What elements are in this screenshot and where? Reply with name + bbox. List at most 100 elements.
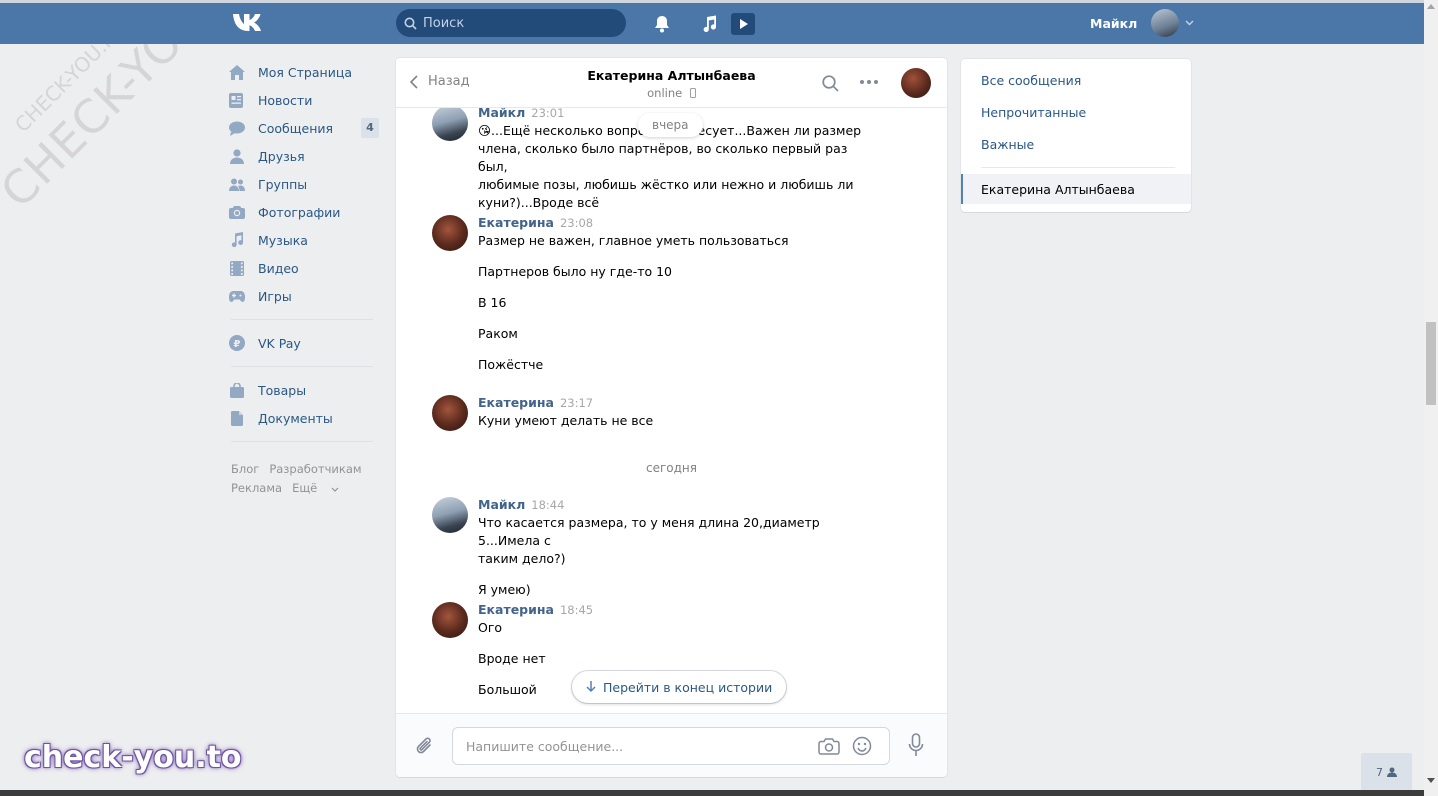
message-text: куни?)...Вроде всё — [478, 195, 600, 210]
vk-logo-icon[interactable] — [231, 11, 265, 33]
online-friends-button[interactable]: 7 — [1361, 753, 1412, 791]
date-separator: сегодня — [646, 461, 697, 475]
chevron-down-icon — [1185, 20, 1194, 26]
message-text: Раком — [478, 326, 518, 341]
arrow-down-icon[interactable] — [1427, 778, 1435, 783]
bell-icon[interactable] — [654, 13, 670, 35]
search-input[interactable]: Поиск — [396, 9, 626, 37]
avatar[interactable] — [901, 68, 931, 98]
document-icon — [229, 410, 245, 426]
author-name: Екатерина — [478, 395, 554, 410]
chat-status: online — [396, 86, 947, 100]
more-options-icon[interactable] — [860, 80, 878, 84]
nav-item-friends[interactable]: Друзья — [229, 142, 381, 170]
message-time: 18:45 — [559, 603, 594, 617]
scroll-to-end-button[interactable]: Перейти в конец истории — [572, 671, 787, 703]
scroll-thumb[interactable] — [1426, 322, 1436, 405]
search-placeholder: Поиск — [423, 15, 465, 31]
mobile-phone-icon — [689, 88, 696, 98]
scroll-to-end-label: Перейти в конец истории — [603, 679, 773, 695]
nav-item-goods[interactable]: Товары — [229, 376, 381, 404]
top-bar: Поиск Майкл — [0, 0, 1424, 44]
message-text: Ого — [478, 620, 503, 635]
avatar — [1151, 9, 1180, 37]
nav-item-my-page[interactable]: Моя Страница — [229, 58, 381, 86]
nav-item-news[interactable]: Новости — [229, 86, 381, 114]
message-text: Партнеров было ну где-то 10 — [478, 264, 673, 279]
nav-item-photos[interactable]: Фотографии — [229, 198, 381, 226]
left-nav: Моя Страница Новости Сообщения 4 Друзья … — [229, 58, 381, 498]
message-text: Я умею) — [478, 582, 531, 597]
person-icon — [1387, 767, 1397, 777]
nav-item-label: Товары — [258, 382, 307, 398]
footer-link-blog[interactable]: Блог — [231, 462, 259, 476]
nav-item-games[interactable]: Игры — [229, 282, 381, 310]
user-menu[interactable]: Майкл — [1090, 8, 1194, 38]
message-author[interactable]: Екатерина 18:45 — [478, 602, 593, 617]
avatar[interactable] — [432, 108, 468, 141]
nav-item-label: VK Pay — [258, 335, 301, 351]
filter-unread[interactable]: Непрочитанные — [981, 105, 1086, 120]
page-scrollbar[interactable] — [1424, 0, 1438, 796]
message-time: 23:08 — [559, 216, 594, 230]
music-note-icon — [229, 232, 245, 248]
search-icon — [404, 17, 417, 30]
brand-watermark: check-you.to — [24, 740, 242, 775]
chat-header: Назад Екатерина Алтынбаева online — [396, 58, 947, 108]
message-time: 23:17 — [559, 396, 594, 410]
message-author[interactable]: Екатерина 23:08 — [478, 215, 593, 230]
footer-link-ads[interactable]: Реклама — [231, 481, 282, 495]
author-name: Майкл — [478, 108, 526, 120]
microphone-icon[interactable] — [908, 733, 924, 757]
message-text: Пожёстче — [478, 357, 544, 372]
message-author[interactable]: Екатерина 23:17 — [478, 395, 593, 410]
avatar[interactable] — [432, 497, 468, 533]
online-friends-count: 7 — [1376, 765, 1383, 779]
nav-item-groups[interactable]: Группы — [229, 170, 381, 198]
user-name: Майкл — [1090, 15, 1138, 31]
paperclip-icon[interactable] — [416, 736, 434, 756]
avatar[interactable] — [432, 602, 468, 638]
message-text: В 16 — [478, 295, 507, 310]
message-text-part: есует...Важен ли размер — [697, 123, 862, 138]
message-author[interactable]: Майкл 18:44 — [478, 497, 564, 512]
nav-item-documents[interactable]: Документы — [229, 404, 381, 432]
message-text: Что касается размера, то у меня длина 20… — [478, 515, 820, 548]
message-text: Вроде нет — [478, 651, 546, 666]
message-author[interactable]: Майкл 23:01 — [478, 108, 564, 120]
music-note-icon[interactable] — [701, 13, 717, 35]
search-icon[interactable] — [822, 75, 839, 92]
message-text: Куни умеют делать не все — [478, 413, 654, 428]
nav-item-messages[interactable]: Сообщения 4 — [229, 114, 381, 142]
nav-item-video[interactable]: Видео — [229, 254, 381, 282]
nav-item-label: Моя Страница — [258, 64, 352, 80]
nav-item-label: Сообщения — [258, 120, 334, 136]
footer-link-dev[interactable]: Разработчикам — [269, 462, 361, 476]
filter-all-messages[interactable]: Все сообщения — [981, 73, 1081, 88]
arrow-up-icon[interactable] — [1427, 4, 1435, 9]
filter-important[interactable]: Важные — [981, 137, 1034, 152]
nav-item-vkpay[interactable]: ₽ VK Pay — [229, 329, 381, 357]
nav-item-label: Музыка — [258, 232, 308, 248]
avatar[interactable] — [432, 395, 468, 431]
avatar[interactable] — [432, 215, 468, 251]
online-status: online — [647, 86, 683, 100]
active-chat-label: Екатерина Алтынбаева — [981, 182, 1135, 197]
nav-item-label: Игры — [258, 288, 292, 304]
friends-icon — [229, 148, 245, 164]
emoji-smile-icon[interactable] — [852, 736, 872, 756]
nav-item-music[interactable]: Музыка — [229, 226, 381, 254]
message-time: 23:01 — [531, 108, 565, 120]
active-chat-item[interactable]: Екатерина Алтынбаева — [961, 174, 1191, 204]
nav-item-label: Друзья — [258, 148, 305, 164]
shopping-bag-icon — [229, 382, 245, 398]
taskbar — [0, 790, 1424, 796]
play-icon[interactable] — [731, 13, 755, 35]
footer-link-more[interactable]: Ещё — [292, 481, 339, 495]
unread-count-badge: 4 — [361, 118, 379, 138]
chevron-down-icon — [331, 487, 339, 492]
message-list[interactable]: Майкл 23:01 😘...Ещё несколько вопро есует.… — [396, 108, 947, 713]
message-input-placeholder: Напишите сообщение... — [466, 738, 624, 754]
camera-icon[interactable] — [818, 737, 840, 755]
message-text-part: 😘...Ещё несколько вопро — [478, 123, 646, 138]
